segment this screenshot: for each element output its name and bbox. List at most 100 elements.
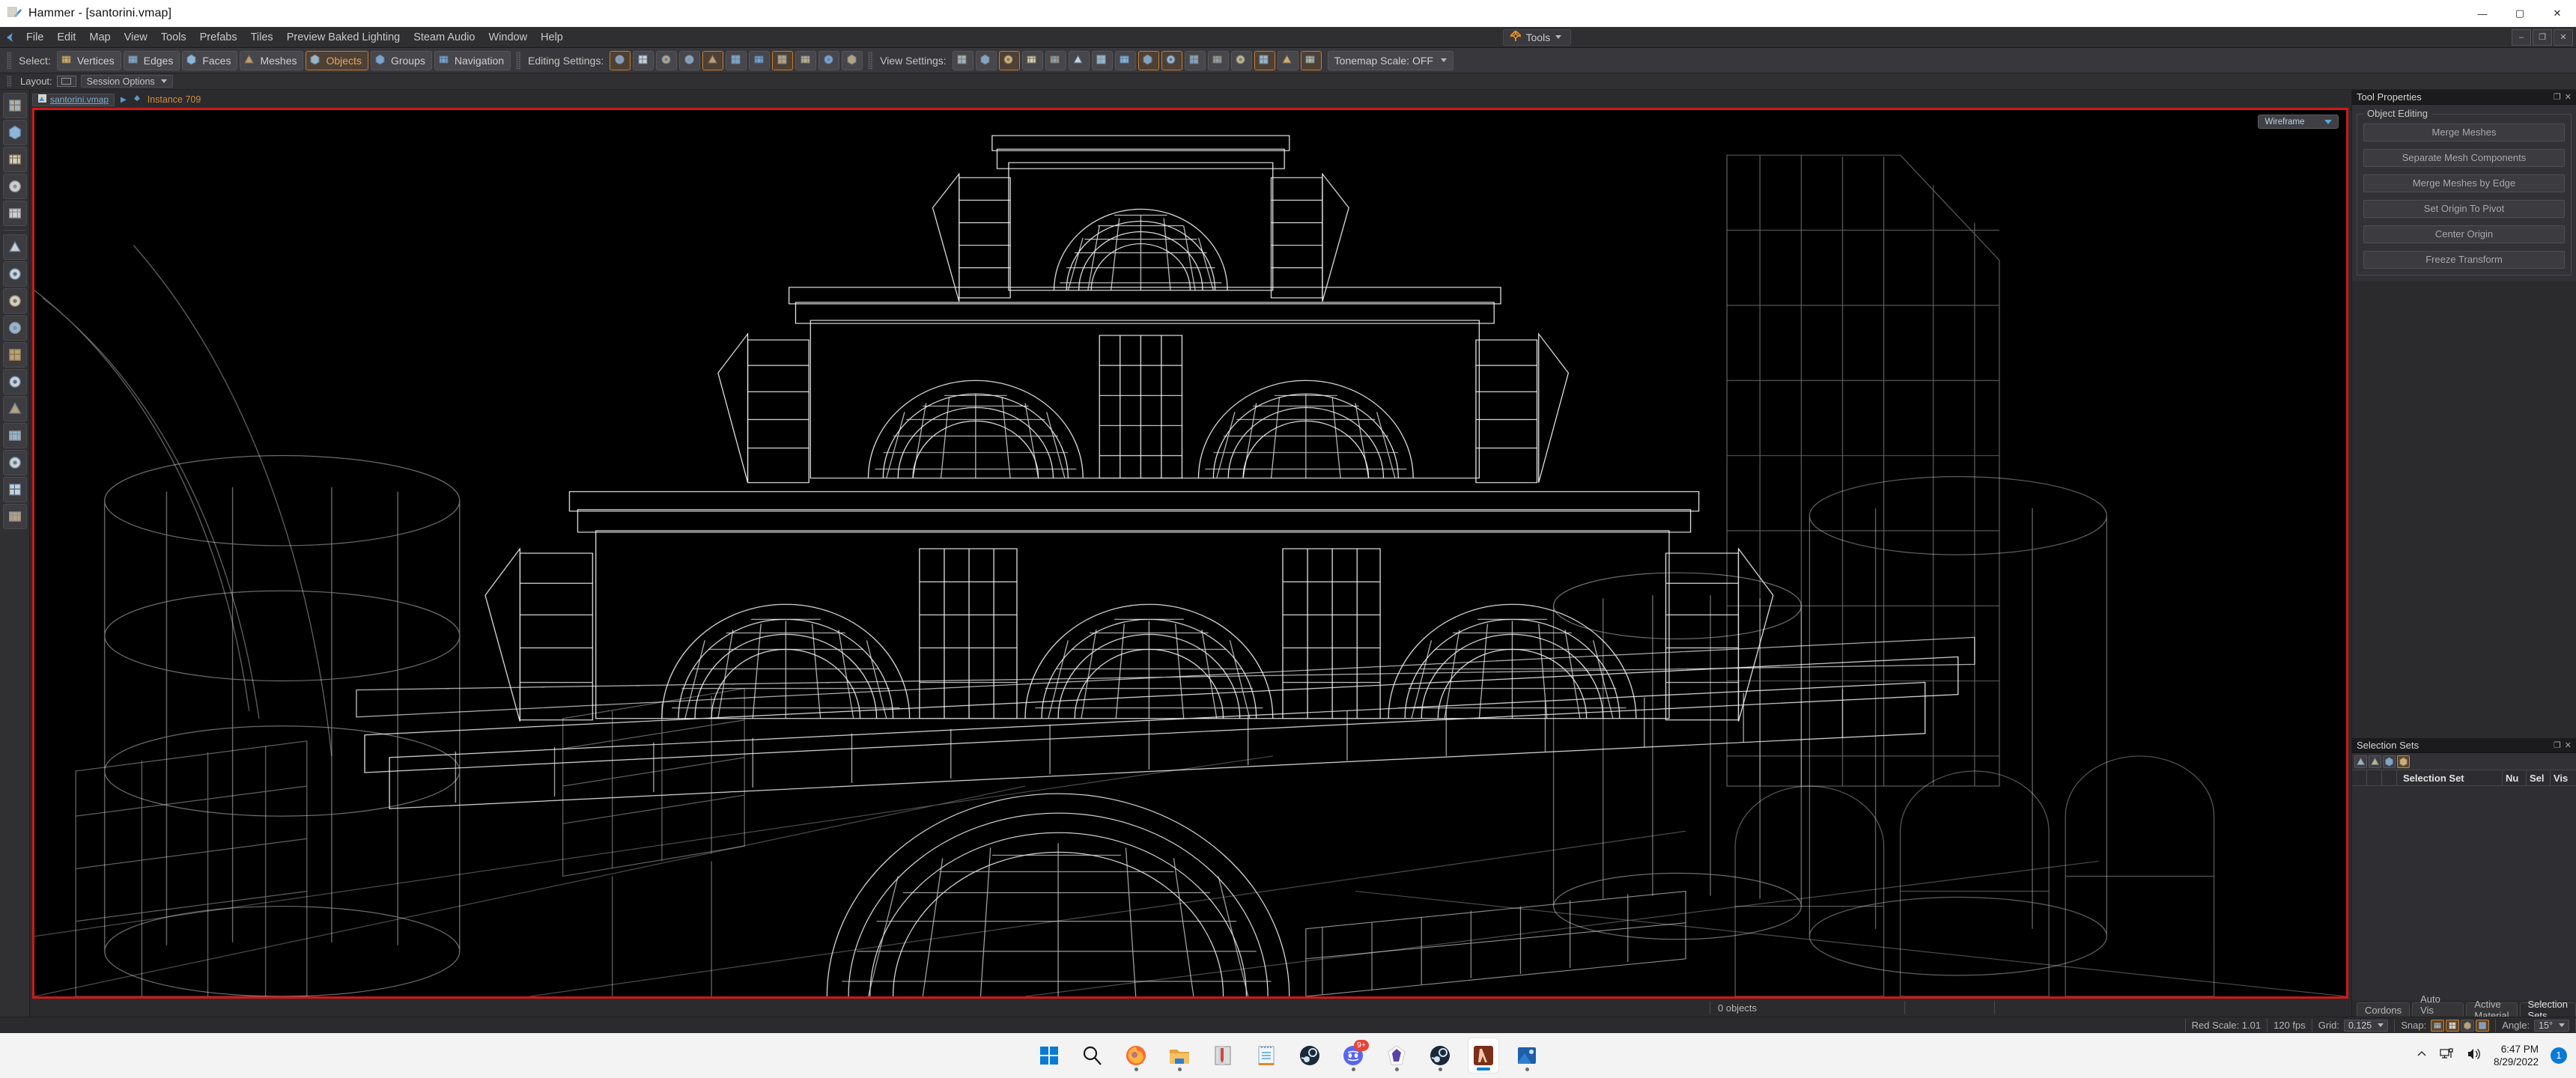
local-axis-icon-button[interactable] xyxy=(633,50,654,70)
polygon-tool[interactable] xyxy=(2,315,27,341)
foliage-icon-button[interactable] xyxy=(1277,50,1298,70)
texture-scale-lock-icon-button[interactable] xyxy=(726,50,747,70)
angle-value-dropdown[interactable]: 15° xyxy=(2534,1019,2569,1032)
menu-item-tiles[interactable]: Tiles xyxy=(244,28,280,46)
toolbar-grip-2[interactable] xyxy=(516,51,522,70)
single-pane-layout-icon[interactable] xyxy=(56,76,76,87)
menu-item-window[interactable]: Window xyxy=(482,28,534,46)
rotate-tool[interactable] xyxy=(2,147,27,172)
tool-prop-merge-meshes[interactable]: Merge Meshes xyxy=(2363,124,2565,141)
select-tool[interactable] xyxy=(2,93,27,118)
breadcrumb-root[interactable]: santorini.vmap xyxy=(32,93,115,106)
shading-icon-button[interactable] xyxy=(952,50,973,70)
tile-tool[interactable] xyxy=(2,477,27,502)
select-mode-groups[interactable]: Groups xyxy=(370,50,432,70)
tonemap-scale-dropdown[interactable]: Tonemap Scale: OFF xyxy=(1327,50,1453,70)
taskbar-steam-icon[interactable] xyxy=(1295,1038,1325,1073)
select-mode-vertices[interactable]: Vertices xyxy=(56,50,121,70)
inner-close-button[interactable]: ✕ xyxy=(2554,28,2573,46)
col-vis[interactable]: Vis xyxy=(2551,770,2576,785)
menu-item-view[interactable]: View xyxy=(118,28,154,46)
tool-prop-freeze-transform[interactable]: Freeze Transform xyxy=(2363,251,2565,269)
entity-tool[interactable] xyxy=(2,234,27,260)
volume-icon[interactable] xyxy=(2467,1047,2482,1065)
menu-item-tools[interactable]: Tools xyxy=(154,28,193,46)
undock-icon[interactable]: ❐ xyxy=(2554,92,2561,102)
pivot-tool[interactable] xyxy=(2,201,27,226)
session-options-button[interactable]: Session Options xyxy=(80,75,173,88)
menu-item-preview-baked-lighting[interactable]: Preview Baked Lighting xyxy=(280,28,407,46)
tools-button[interactable]: Tools xyxy=(1502,28,1572,46)
dock-tab-cordons[interactable]: Cordons xyxy=(2357,1002,2411,1017)
select-mode-meshes[interactable]: Meshes xyxy=(240,50,304,70)
solid-shading-icon-button[interactable] xyxy=(1091,50,1113,70)
taskbar-steam-alt-icon[interactable] xyxy=(1425,1038,1455,1073)
undock-icon[interactable]: ❐ xyxy=(2554,740,2561,750)
menu-item-help[interactable]: Help xyxy=(534,28,570,46)
path-tool[interactable] xyxy=(2,288,27,314)
select-mode-objects[interactable]: Objects xyxy=(306,50,368,70)
selection-sets-list[interactable] xyxy=(2352,786,2576,1000)
instance-lock-icon-button[interactable] xyxy=(795,50,817,70)
col-num[interactable]: Nu xyxy=(2503,770,2527,785)
snap-grid-icon[interactable] xyxy=(2446,1019,2460,1032)
taskbar-start-button-icon[interactable] xyxy=(1034,1038,1064,1073)
select-mode-faces[interactable]: Faces xyxy=(182,50,238,70)
paint-icon-button[interactable] xyxy=(975,50,997,70)
sphere-snap-icon-button[interactable] xyxy=(679,50,701,70)
shadow-icon-button[interactable] xyxy=(1114,50,1136,70)
snap-curve-icon[interactable] xyxy=(2431,1019,2445,1032)
scale-tool[interactable] xyxy=(2,174,27,199)
texture-lock-icon-button[interactable] xyxy=(702,50,724,70)
render-mode-dropdown[interactable]: Wireframe xyxy=(2258,115,2339,129)
taskbar-file-explorer-icon[interactable] xyxy=(1164,1038,1194,1073)
globe-set-icon[interactable] xyxy=(2354,755,2367,768)
notification-badge[interactable]: 1 xyxy=(2551,1047,2567,1064)
vertex-lock-icon-button[interactable] xyxy=(749,50,771,70)
menu-item-edit[interactable]: Edit xyxy=(50,28,82,46)
mirror-tool[interactable] xyxy=(2,369,27,395)
tool-prop-merge-meshes-by-edge[interactable]: Merge Meshes by Edge xyxy=(2363,174,2565,192)
grid-set-icon[interactable] xyxy=(2397,755,2410,768)
paint-tool[interactable] xyxy=(2,423,27,448)
taskbar-search-icon[interactable] xyxy=(1078,1038,1108,1073)
snap-magnet-icon[interactable] xyxy=(2461,1019,2475,1032)
dock-tab-active-material[interactable]: Active Material xyxy=(2466,999,2518,1021)
foliage-tool[interactable] xyxy=(2,504,27,529)
col-sel[interactable]: Sel xyxy=(2527,770,2551,785)
taskbar-obsidian-icon[interactable] xyxy=(1382,1038,1412,1073)
taskbar-winrar-icon[interactable] xyxy=(1208,1038,1238,1073)
dock-tab-selection-sets[interactable]: Selection Sets xyxy=(2519,999,2576,1021)
close-icon[interactable]: ✕ xyxy=(2565,92,2572,102)
flame-blue-icon-button[interactable] xyxy=(1254,50,1275,70)
inner-minimize-button[interactable]: ‒ xyxy=(2512,28,2531,46)
minimize-button[interactable]: — xyxy=(2464,0,2501,27)
player-clip-icon-button[interactable] xyxy=(1207,50,1229,70)
translate-tool[interactable] xyxy=(2,120,27,145)
tool-prop-center-origin[interactable]: Center Origin xyxy=(2363,225,2565,243)
toolbar-grip[interactable] xyxy=(7,51,12,70)
block-tool[interactable] xyxy=(2,261,27,287)
viewport-3d[interactable]: Wireframe xyxy=(32,108,2348,999)
menu-item-prefabs[interactable]: Prefabs xyxy=(193,28,244,46)
measure-icon-button[interactable] xyxy=(1184,50,1206,70)
network-icon[interactable] xyxy=(2440,1047,2455,1065)
sound-icon-button[interactable] xyxy=(1300,50,1322,70)
taskbar-halflife-hammer-icon[interactable] xyxy=(1468,1038,1498,1073)
world-align-icon-button[interactable] xyxy=(610,50,631,70)
flame-icon-button[interactable] xyxy=(1230,50,1252,70)
gamepad-icon-button[interactable] xyxy=(842,50,863,70)
clip-tool[interactable] xyxy=(2,342,27,368)
select-mode-navigation[interactable]: Navigation xyxy=(434,50,511,70)
taskbar-clock[interactable]: 6:47 PM 8/29/2022 xyxy=(2494,1043,2539,1068)
layout-bar-grip[interactable] xyxy=(7,75,12,88)
snap-surface-icon[interactable] xyxy=(2476,1019,2490,1032)
tint-icon-button[interactable] xyxy=(998,50,1020,70)
taskbar-firefox-icon[interactable] xyxy=(1121,1038,1151,1073)
light-lock-icon-button[interactable] xyxy=(818,50,840,70)
nav-markers-icon-button[interactable] xyxy=(1068,50,1090,70)
nodes-set-icon[interactable] xyxy=(2383,755,2396,768)
menu-item-file[interactable]: File xyxy=(19,28,50,46)
select-mode-edges[interactable]: Edges xyxy=(123,50,180,70)
displacement-tool[interactable] xyxy=(2,450,27,475)
